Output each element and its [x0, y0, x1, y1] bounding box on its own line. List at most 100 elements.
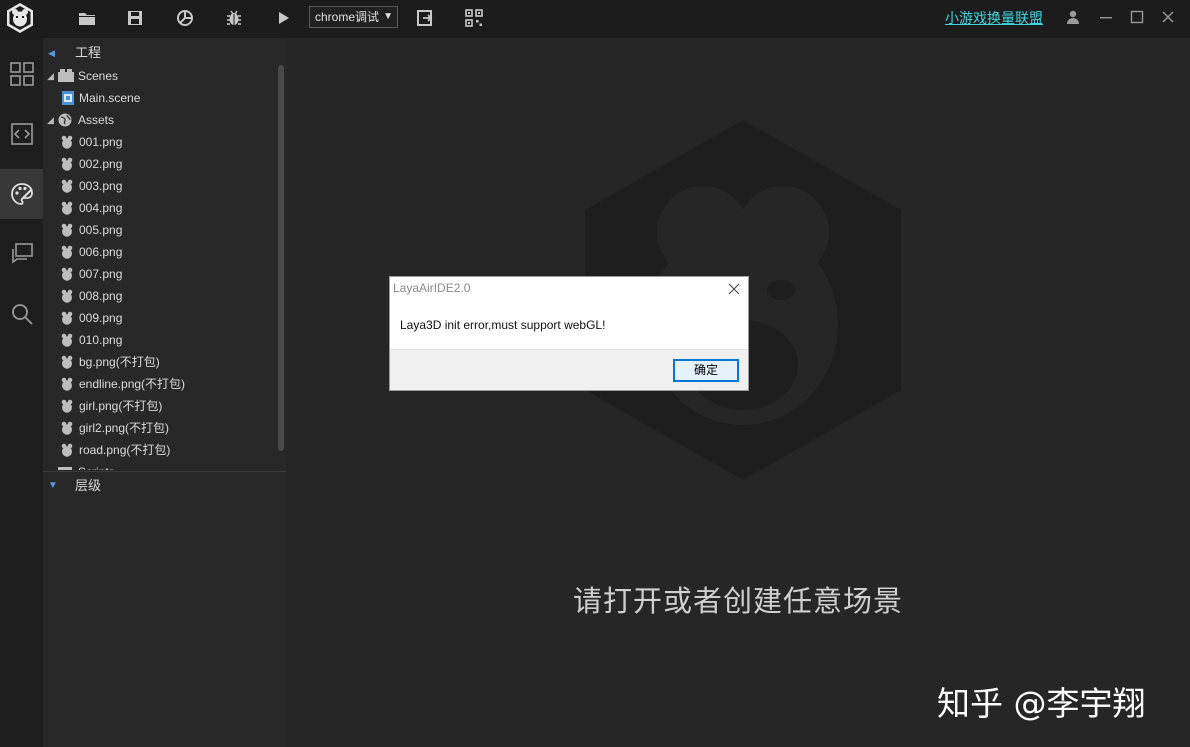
laya-asset-icon [61, 421, 73, 435]
dialog-footer: 确定 [390, 349, 748, 390]
panel-divider [43, 471, 286, 472]
tree-label: girl2.png(不打包) [79, 421, 170, 435]
publish-icon[interactable] [174, 7, 196, 29]
run-target-select[interactable]: chrome调试 ▼ [309, 6, 398, 28]
scripts-folder-icon [58, 467, 72, 470]
tree-label: 002.png [79, 157, 123, 171]
tree-label: 008.png [79, 289, 123, 303]
layout-grid-icon[interactable] [0, 49, 43, 99]
laya-asset-icon [61, 267, 73, 281]
tree-label: 010.png [79, 333, 123, 347]
mini-game-union-link[interactable]: 小游戏换量联盟 [945, 8, 1043, 28]
debug-bug-icon[interactable] [223, 7, 245, 29]
qr-code-icon[interactable] [463, 7, 485, 29]
tree-label: Main.scene [79, 91, 141, 105]
tree-label: 005.png [79, 223, 123, 237]
dialog-title: LayaAirIDE2.0 [393, 281, 471, 295]
play-icon[interactable] [272, 7, 294, 29]
tree-asset-item[interactable]: 007.png [43, 263, 278, 285]
laya-asset-icon [61, 443, 73, 457]
minimize-icon[interactable] [1095, 6, 1117, 28]
code-icon[interactable] [0, 109, 43, 159]
scene-editor-area: 请打开或者创建任意场景 [286, 38, 1190, 747]
tree-asset-item[interactable]: 005.png [43, 219, 278, 241]
laya-asset-icon [61, 157, 73, 171]
collapse-arrow-icon: ◀ [48, 48, 55, 58]
left-activity-bar [0, 38, 43, 747]
user-account-icon[interactable] [1062, 6, 1084, 28]
tree-asset-item[interactable]: 001.png [43, 131, 278, 153]
tree-asset-item[interactable]: 002.png [43, 153, 278, 175]
laya-logo-icon [7, 3, 33, 33]
save-icon[interactable] [124, 7, 146, 29]
expand-arrow-icon: ◢ [47, 71, 54, 81]
laya-asset-icon [61, 333, 73, 347]
tree-asset-item[interactable]: girl2.png(不打包) [43, 417, 278, 439]
tree-asset-item[interactable]: 010.png [43, 329, 278, 351]
dialog-close-icon[interactable] [726, 281, 742, 297]
project-section-header[interactable]: ◀ 工程 [43, 42, 286, 64]
hierarchy-section-title: 层级 [75, 478, 102, 493]
tree-folder-scripts[interactable]: Scripts [43, 461, 278, 470]
project-section-title: 工程 [75, 45, 102, 60]
tree-asset-item[interactable]: 006.png [43, 241, 278, 263]
tree-scrollbar[interactable] [278, 65, 284, 451]
tree-label: girl.png(不打包) [79, 399, 163, 413]
error-dialog: LayaAirIDE2.0 Laya3D init error,must sup… [389, 276, 749, 391]
tree-asset-item[interactable]: girl.png(不打包) [43, 395, 278, 417]
ok-button[interactable]: 确定 [673, 359, 739, 382]
export-icon[interactable] [414, 7, 436, 29]
hierarchy-section-header[interactable]: ▼ 层级 [43, 475, 286, 497]
top-toolbar: chrome调试 ▼ 小游戏换量联盟 [0, 0, 1190, 38]
expand-arrow-icon: ▼ [48, 480, 58, 491]
close-icon[interactable] [1157, 6, 1179, 28]
empty-scene-message: 请打开或者创建任意场景 [572, 584, 903, 618]
laya-asset-icon [61, 201, 73, 215]
tree-label: endline.png(不打包) [79, 377, 186, 391]
search-icon[interactable] [0, 289, 43, 339]
tree-asset-item[interactable]: bg.png(不打包) [43, 351, 278, 373]
laya-asset-icon [61, 289, 73, 303]
laya-asset-icon [61, 135, 73, 149]
laya-asset-icon [61, 223, 73, 237]
laya-asset-icon [61, 399, 73, 413]
tree-folder-assets[interactable]: ◢ Assets [43, 109, 278, 131]
laya-asset-icon [61, 179, 73, 193]
palette-icon[interactable] [0, 169, 43, 219]
laya-asset-icon [61, 245, 73, 259]
folder-icon[interactable] [76, 7, 98, 29]
tree-asset-item[interactable]: road.png(不打包) [43, 439, 278, 461]
laya-asset-icon [61, 377, 73, 391]
scene-file-icon [62, 91, 74, 105]
run-target-value: chrome调试 [315, 10, 380, 24]
project-tree: ◢ Scenes Main.scene ◢ Assets 001.png 002.… [43, 65, 278, 470]
tree-asset-item[interactable]: 003.png [43, 175, 278, 197]
tree-label: 007.png [79, 267, 123, 281]
tree-label: 004.png [79, 201, 123, 215]
tree-folder-scenes[interactable]: ◢ Scenes [43, 65, 278, 87]
expand-arrow-icon: ◢ [47, 115, 54, 125]
tree-label: 009.png [79, 311, 123, 325]
tree-asset-item[interactable]: 008.png [43, 285, 278, 307]
tree-asset-item[interactable]: 004.png [43, 197, 278, 219]
tree-label: Assets [78, 113, 115, 127]
tree-label: 003.png [79, 179, 123, 193]
chat-icon[interactable] [0, 229, 43, 279]
tree-label: bg.png(不打包) [79, 355, 160, 369]
tree-label: Scenes [78, 69, 119, 83]
tree-file-main-scene[interactable]: Main.scene [43, 87, 278, 109]
project-panel: ◀ 工程 ◢ Scenes Main.scene ◢ Assets 001.pn… [43, 38, 286, 747]
tree-label: 006.png [79, 245, 123, 259]
zhihu-watermark: 知乎 @李宇翔 [937, 684, 1146, 723]
laya-asset-icon [61, 355, 73, 369]
tree-asset-item[interactable]: 009.png [43, 307, 278, 329]
tree-label: Scripts [78, 461, 115, 470]
laya-asset-icon [61, 311, 73, 325]
tree-asset-item[interactable]: endline.png(不打包) [43, 373, 278, 395]
film-folder-icon [58, 69, 74, 82]
tree-label: road.png(不打包) [79, 443, 171, 457]
dialog-message: Laya3D init error,must support webGL! [400, 318, 606, 332]
globe-folder-icon [58, 113, 72, 127]
maximize-icon[interactable] [1126, 6, 1148, 28]
chevron-down-icon: ▼ [383, 11, 393, 22]
